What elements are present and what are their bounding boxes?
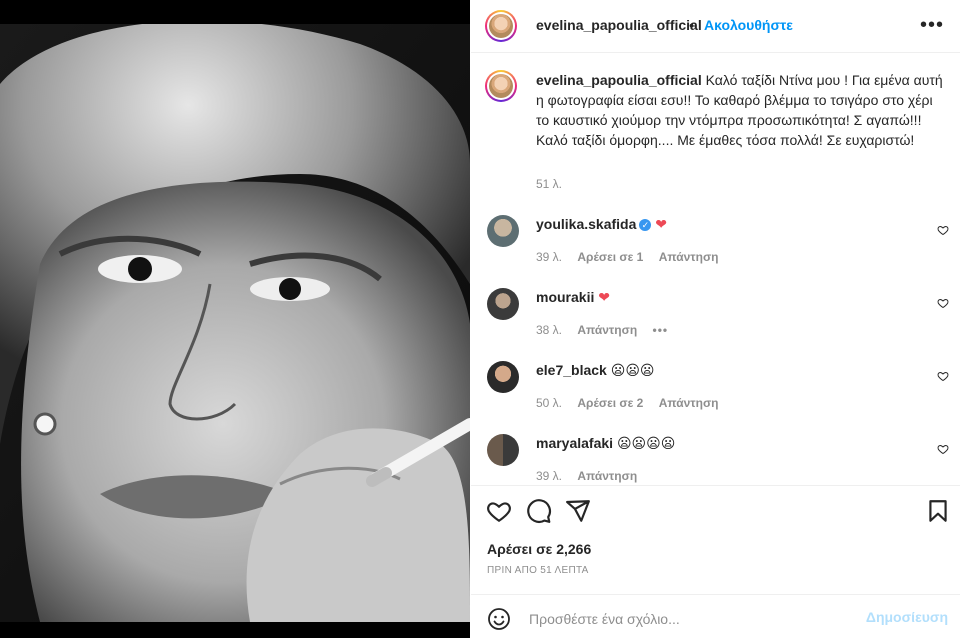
likes-count[interactable]: Αρέσει σε 2,266: [487, 541, 591, 557]
post-caption: evelina_papoulia_official Καλό ταξίδι Ντ…: [536, 70, 946, 150]
comment-meta: 39 λ. Απάντηση: [536, 469, 649, 483]
author-username[interactable]: evelina_papoulia_official: [536, 17, 702, 33]
comment-avatar[interactable]: [487, 288, 519, 320]
post-comment-button[interactable]: Δημοσίευση: [866, 609, 948, 625]
reply-button[interactable]: Απάντηση: [577, 469, 637, 483]
comment-time[interactable]: 39 λ.: [536, 250, 562, 264]
comment-like-heart-icon[interactable]: [937, 297, 949, 309]
verified-icon: ✓: [639, 219, 652, 231]
post-header: evelina_papoulia_official • Ακολουθήστε …: [471, 0, 960, 53]
comment-text: ❤: [655, 216, 668, 232]
comment-time[interactable]: 50 λ.: [536, 396, 562, 410]
comment-likes[interactable]: Αρέσει σε 1: [577, 250, 643, 264]
share-icon[interactable]: [565, 498, 591, 524]
comment-meta: 50 λ. Αρέσει σε 2 Απάντηση: [536, 396, 731, 410]
comment-text: ❤: [598, 289, 610, 305]
comment-row: mourakii ❤: [536, 289, 610, 306]
comment-like-heart-icon[interactable]: [937, 370, 949, 382]
post-actions: Αρέσει σε 2,266 ΠΡΙΝ ΑΠΟ 51 ΛΕΠΤΑ Δημοσί…: [471, 485, 960, 639]
post-details-panel: evelina_papoulia_official • Ακολουθήστε …: [471, 0, 960, 638]
comment-row: maryalafaki 😦😦😦😦: [536, 435, 675, 452]
caption-avatar[interactable]: [485, 70, 517, 102]
post-timestamp[interactable]: ΠΡΙΝ ΑΠΟ 51 ΛΕΠΤΑ: [487, 565, 589, 576]
comment-time[interactable]: 39 λ.: [536, 469, 562, 483]
comment-username[interactable]: mourakii: [536, 289, 594, 305]
more-icon[interactable]: •••: [920, 14, 944, 37]
emoji-icon[interactable]: [487, 607, 511, 631]
comment-icon[interactable]: [526, 498, 552, 524]
separator-dot: •: [689, 17, 694, 33]
comment-avatar[interactable]: [487, 361, 519, 393]
comment-text: 😦😦😦: [610, 362, 655, 378]
reply-button[interactable]: Απάντηση: [659, 250, 719, 264]
comment-more-icon[interactable]: •••: [653, 323, 669, 337]
reply-button[interactable]: Απάντηση: [659, 396, 719, 410]
comment-username[interactable]: youlika.skafida: [536, 216, 636, 232]
comment-meta: 38 λ. Απάντηση •••: [536, 323, 680, 337]
author-avatar[interactable]: [485, 10, 517, 42]
comment-username[interactable]: ele7_black: [536, 362, 607, 378]
add-comment-bar: Δημοσίευση: [471, 594, 960, 640]
post-image-panel: [0, 0, 470, 638]
follow-button[interactable]: Ακολουθήστε: [704, 17, 793, 33]
caption-username[interactable]: evelina_papoulia_official: [536, 72, 702, 88]
comment-like-heart-icon[interactable]: [937, 224, 949, 236]
caption-time[interactable]: 51 λ.: [536, 177, 562, 191]
comment-row: youlika.skafida ✓ ❤: [536, 216, 667, 233]
instagram-post-modal: evelina_papoulia_official • Ακολουθήστε …: [0, 0, 960, 638]
comment-avatar[interactable]: [487, 215, 519, 247]
comment-text: 😦😦😦😦: [616, 435, 676, 451]
comment-input[interactable]: [527, 605, 871, 633]
comment-like-heart-icon[interactable]: [937, 443, 949, 455]
comment-row: ele7_black 😦😦😦: [536, 362, 655, 379]
comment-meta: 39 λ. Αρέσει σε 1 Απάντηση: [536, 250, 731, 264]
comment-likes[interactable]: Αρέσει σε 2: [577, 396, 643, 410]
comment-username[interactable]: maryalafaki: [536, 435, 613, 451]
heart-icon[interactable]: [486, 498, 512, 524]
bookmark-icon[interactable]: [925, 498, 951, 524]
reply-button[interactable]: Απάντηση: [577, 323, 637, 337]
post-photo[interactable]: [0, 24, 470, 622]
comment-avatar[interactable]: [487, 434, 519, 466]
comment-time[interactable]: 38 λ.: [536, 323, 562, 337]
